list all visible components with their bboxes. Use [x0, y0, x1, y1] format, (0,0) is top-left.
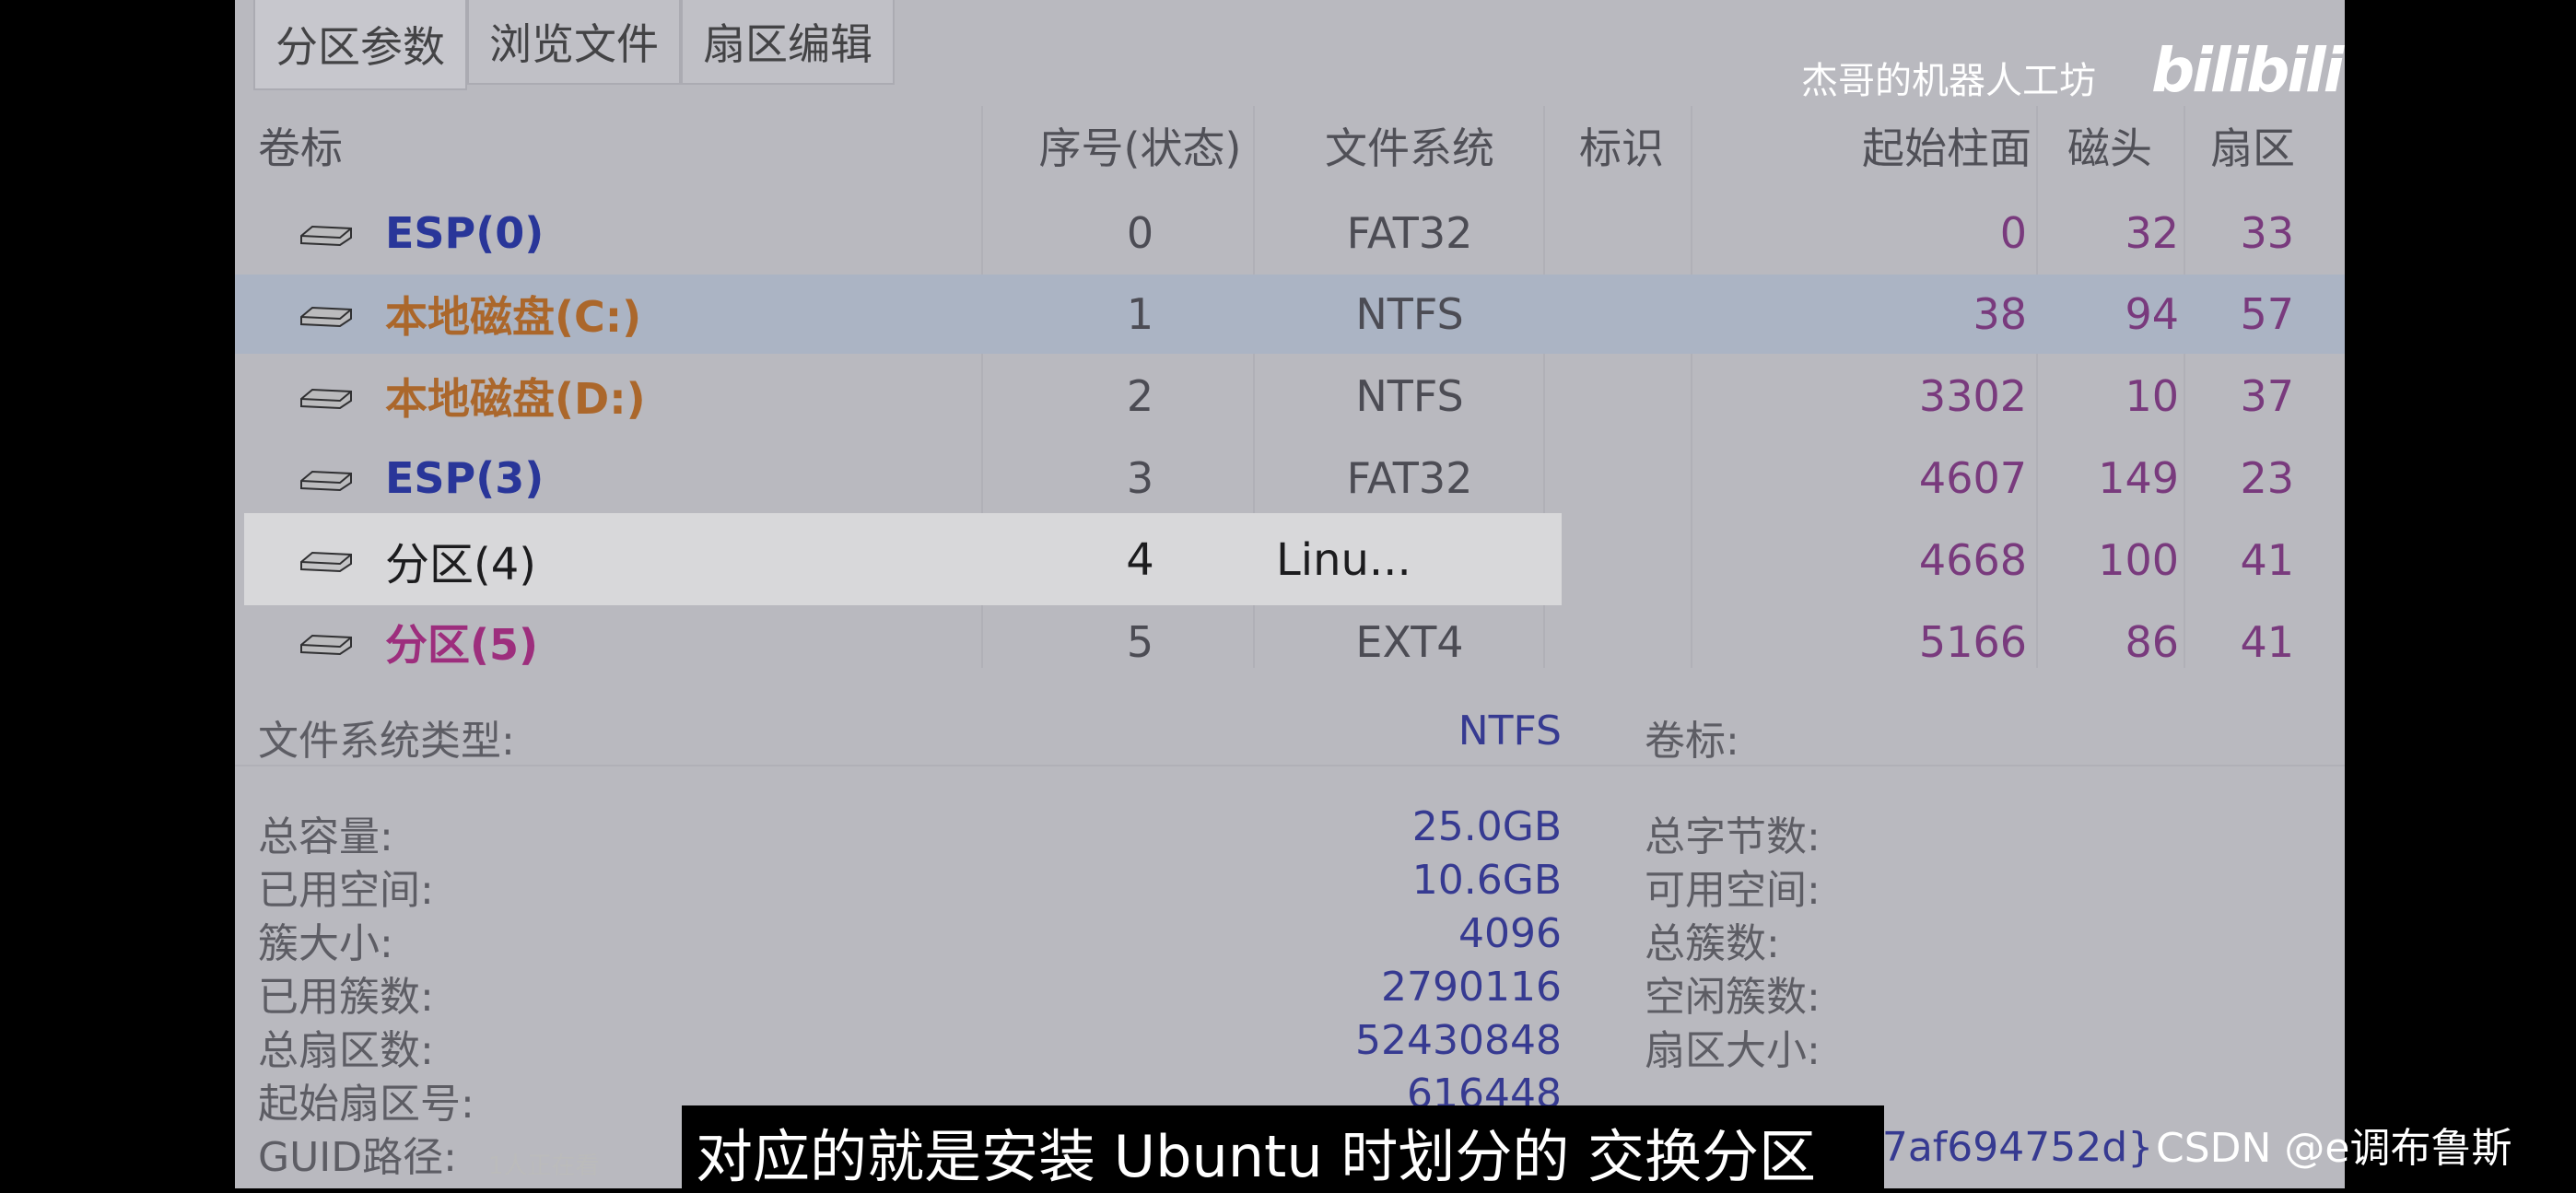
table-row[interactable]: ESP(0) 0 FAT32 0 32 33 [235, 193, 2345, 273]
row-index: 2 [1126, 370, 1154, 421]
row-label: ESP(3) [385, 452, 544, 503]
disk-icon [300, 225, 352, 247]
tab-browse-files[interactable]: 浏览文件 [467, 0, 681, 85]
highlighted-row-index: 4 [1126, 533, 1154, 586]
info-value: 10.6GB [1411, 857, 1562, 904]
row-sector: 23 [2240, 452, 2294, 503]
col-id[interactable]: 标识 [1552, 106, 1691, 184]
disk-icon [300, 470, 352, 492]
volume-label: 卷标: [1645, 718, 1739, 765]
highlighted-row-label: 分区(4) [385, 538, 536, 591]
info-label: 簇大小: [258, 920, 393, 967]
info-value: 4096 [1458, 910, 1562, 957]
row-index: 0 [1126, 207, 1154, 258]
row-label: 本地磁盘(D:) [385, 373, 646, 424]
row-start-cylinder: 4668 [1918, 534, 2027, 585]
row-index: 3 [1126, 452, 1154, 503]
table-header: 卷标 序号(状态) 文件系统 标识 起始柱面 磁头 扇区 [235, 106, 2345, 184]
info-label: 总容量: [258, 813, 393, 860]
row-start-cylinder: 4607 [1918, 452, 2027, 503]
tab-sector-edit[interactable]: 扇区编辑 [681, 0, 895, 85]
info-value: 25.0GB [1411, 803, 1562, 850]
table-row[interactable]: 本地磁盘(C:) 1 NTFS 38 94 57 [235, 275, 2345, 354]
row-head: 100 [2098, 534, 2179, 585]
col-start-cylinder[interactable]: 起始柱面 [1700, 106, 2032, 184]
row-sector: 41 [2240, 534, 2294, 585]
disk-icon [300, 306, 352, 328]
table-row[interactable]: 本地磁盘(D:) 2 NTFS 3302 10 37 [235, 357, 2345, 436]
fs-type-label: 文件系统类型: [258, 718, 515, 765]
highlighted-row[interactable]: 分区(4) 4 Linu... [235, 513, 1562, 605]
row-head: 86 [2125, 616, 2179, 667]
row-start-cylinder: 38 [1973, 288, 2027, 339]
row-start-cylinder: 5166 [1918, 616, 2027, 667]
tab-partition-params[interactable]: 分区参数 [253, 0, 467, 90]
col-sector[interactable]: 扇区 [2188, 106, 2317, 184]
col-filesystem[interactable]: 文件系统 [1281, 106, 1539, 184]
info-label: GUID路径: [258, 1134, 457, 1181]
info-label: 起始扇区号: [258, 1081, 474, 1128]
fs-type-value: NTFS [1458, 708, 1562, 754]
info-value: 2790116 [1381, 964, 1562, 1011]
highlighted-row-fs: Linu... [1276, 533, 1411, 586]
row-start-cylinder: 0 [1999, 207, 2027, 258]
row-sector: 33 [2240, 207, 2294, 258]
tab-bar: 分区参数 浏览文件 扇区编辑 [253, 0, 895, 92]
row-head: 94 [2125, 288, 2179, 339]
info-label: 总扇区数: [258, 1027, 434, 1074]
col-index[interactable]: 序号(状态) [1009, 106, 1271, 184]
row-sector: 57 [2240, 288, 2294, 339]
row-head: 149 [2098, 452, 2179, 503]
bilibili-logo: bilibili [2151, 35, 2344, 106]
row-filesystem: EXT4 [1355, 616, 1464, 667]
table-row[interactable]: ESP(3) 3 FAT32 4607 149 23 [235, 439, 2345, 518]
csdn-watermark: CSDN @e调布鲁斯 [2156, 1125, 2512, 1172]
row-head: 10 [2125, 370, 2179, 421]
info-label: 已用簇数: [258, 974, 434, 1021]
info-value: 52430848 [1355, 1017, 1562, 1064]
info-right-label: 空闲簇数: [1645, 974, 1821, 1021]
info-right-label: 总簇数: [1645, 920, 1780, 967]
col-volume-label[interactable]: 卷标 [258, 106, 343, 184]
col-head[interactable]: 磁头 [2041, 106, 2179, 184]
viewer-count: 1人正在看 [488, 1152, 600, 1180]
row-index: 1 [1126, 288, 1154, 339]
disk-icon [300, 551, 352, 573]
channel-name: 杰哥的机器人工坊 [1801, 60, 2096, 102]
row-sector: 37 [2240, 370, 2294, 421]
row-label: ESP(0) [385, 207, 544, 258]
row-sector: 41 [2240, 616, 2294, 667]
info-right-label: 扇区大小: [1645, 1027, 1821, 1074]
row-head: 32 [2125, 207, 2179, 258]
table-row[interactable]: 分区(5) 5 EXT4 5166 86 41 [235, 602, 2345, 682]
disk-icon [300, 634, 352, 656]
video-frame: 分区参数 浏览文件 扇区编辑 卷标 序号(状态) 文件系统 标识 起始柱面 磁头… [235, 0, 2345, 1188]
row-filesystem: NTFS [1355, 288, 1464, 339]
row-filesystem: FAT32 [1346, 207, 1473, 258]
row-filesystem: NTFS [1355, 370, 1464, 421]
row-filesystem: FAT32 [1346, 452, 1473, 503]
row-index: 5 [1126, 616, 1154, 667]
info-right-label: 可用空间: [1645, 867, 1821, 914]
info-label: 已用空间: [258, 867, 434, 914]
info-right-label: 总字节数: [1645, 813, 1821, 860]
row-label: 分区(5) [385, 619, 539, 670]
subtitle: 对应的就是安装 Ubuntu 时划分的 交换分区 [696, 1123, 1817, 1190]
row-start-cylinder: 3302 [1918, 370, 2027, 421]
row-label: 本地磁盘(C:) [385, 291, 642, 342]
disk-icon [300, 388, 352, 410]
